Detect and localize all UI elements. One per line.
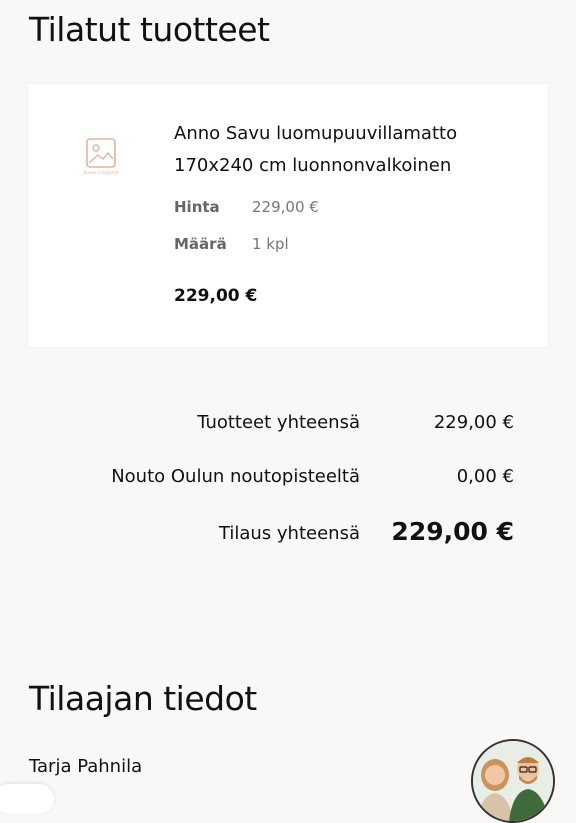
quantity-value: 1 kpl: [252, 235, 289, 253]
summary-value-products: 229,00 €: [433, 412, 514, 433]
order-item-card: Kuvaa ei löytynyt Anno Savu luomupuuvill…: [28, 84, 548, 347]
summary-label-total: Tilaus yhteensä: [218, 523, 360, 544]
image-placeholder-icon: [86, 138, 116, 168]
customer-info-heading: Tilaajan tiedot: [29, 679, 257, 718]
avatar-people-icon: [473, 741, 553, 821]
product-thumbnail: Kuvaa ei löytynyt: [76, 134, 126, 182]
price-row: Hinta 229,00 €: [174, 198, 319, 216]
price-label: Hinta: [174, 198, 220, 216]
summary-value-pickup: 0,00 €: [456, 466, 514, 487]
customer-name: Tarja Pahnila: [29, 756, 143, 777]
summary-value-total: 229,00 €: [391, 517, 514, 546]
ordered-products-heading: Tilatut tuotteet: [29, 10, 270, 49]
support-avatar[interactable]: [471, 739, 555, 823]
summary-label-pickup: Nouto Oulun noutopisteeltä: [111, 466, 360, 487]
line-total: 229,00 €: [174, 286, 258, 306]
quantity-label: Määrä: [174, 235, 227, 253]
quantity-row: Määrä 1 kpl: [174, 235, 289, 253]
image-missing-caption: Kuvaa ei löytynyt: [83, 170, 119, 175]
summary-label-products: Tuotteet yhteensä: [197, 412, 360, 433]
chat-widget-edge[interactable]: [0, 784, 54, 814]
product-name[interactable]: Anno Savu luomupuuvillamatto 170x240 cm …: [174, 118, 524, 182]
price-value: 229,00 €: [252, 198, 319, 216]
